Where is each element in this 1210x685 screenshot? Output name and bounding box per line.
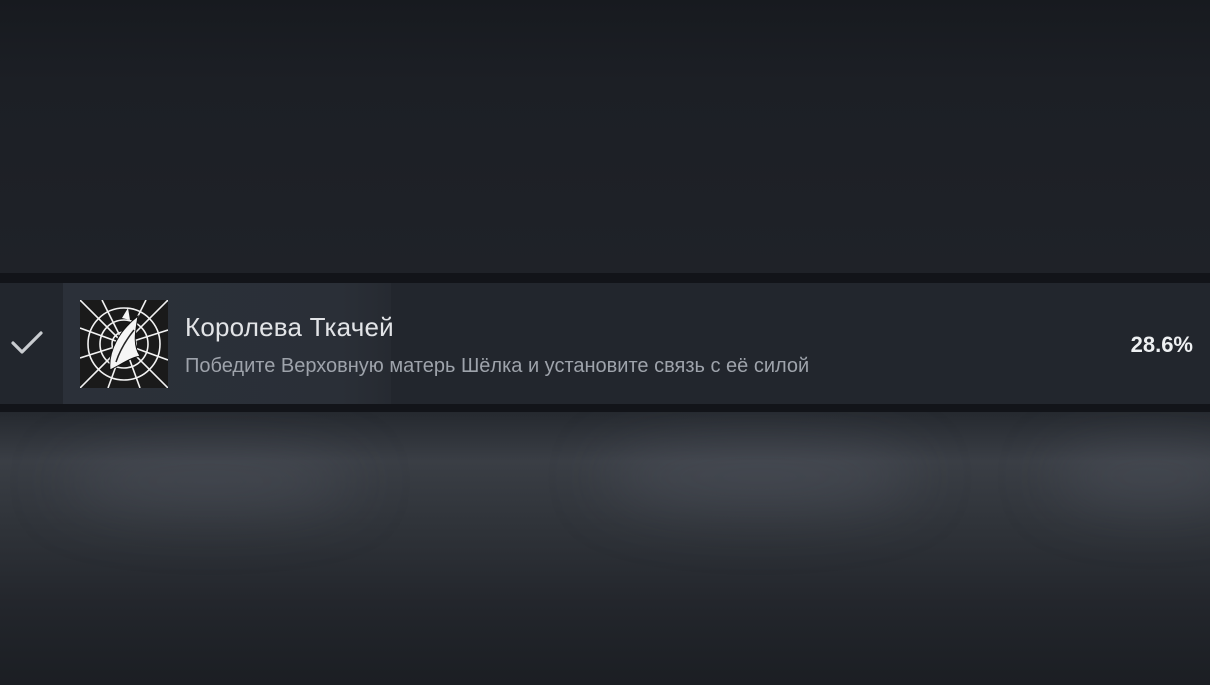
achievement-description: Победите Верховную матерь Шёлка и устано… [185,355,810,377]
achievement-unlock-percent: 28.6% [1130,332,1193,357]
row-separator-top [0,273,1210,283]
checkmark-icon [11,331,43,354]
achievement-title: Королева Ткачей [185,312,394,342]
bottom-background [0,412,1210,685]
top-background [0,0,1210,273]
achievement-row[interactable]: Королева Ткачей Победите Верховную матер… [0,283,1210,404]
achievement-badge-icon [80,300,168,388]
row-separator-bottom [0,404,1210,412]
